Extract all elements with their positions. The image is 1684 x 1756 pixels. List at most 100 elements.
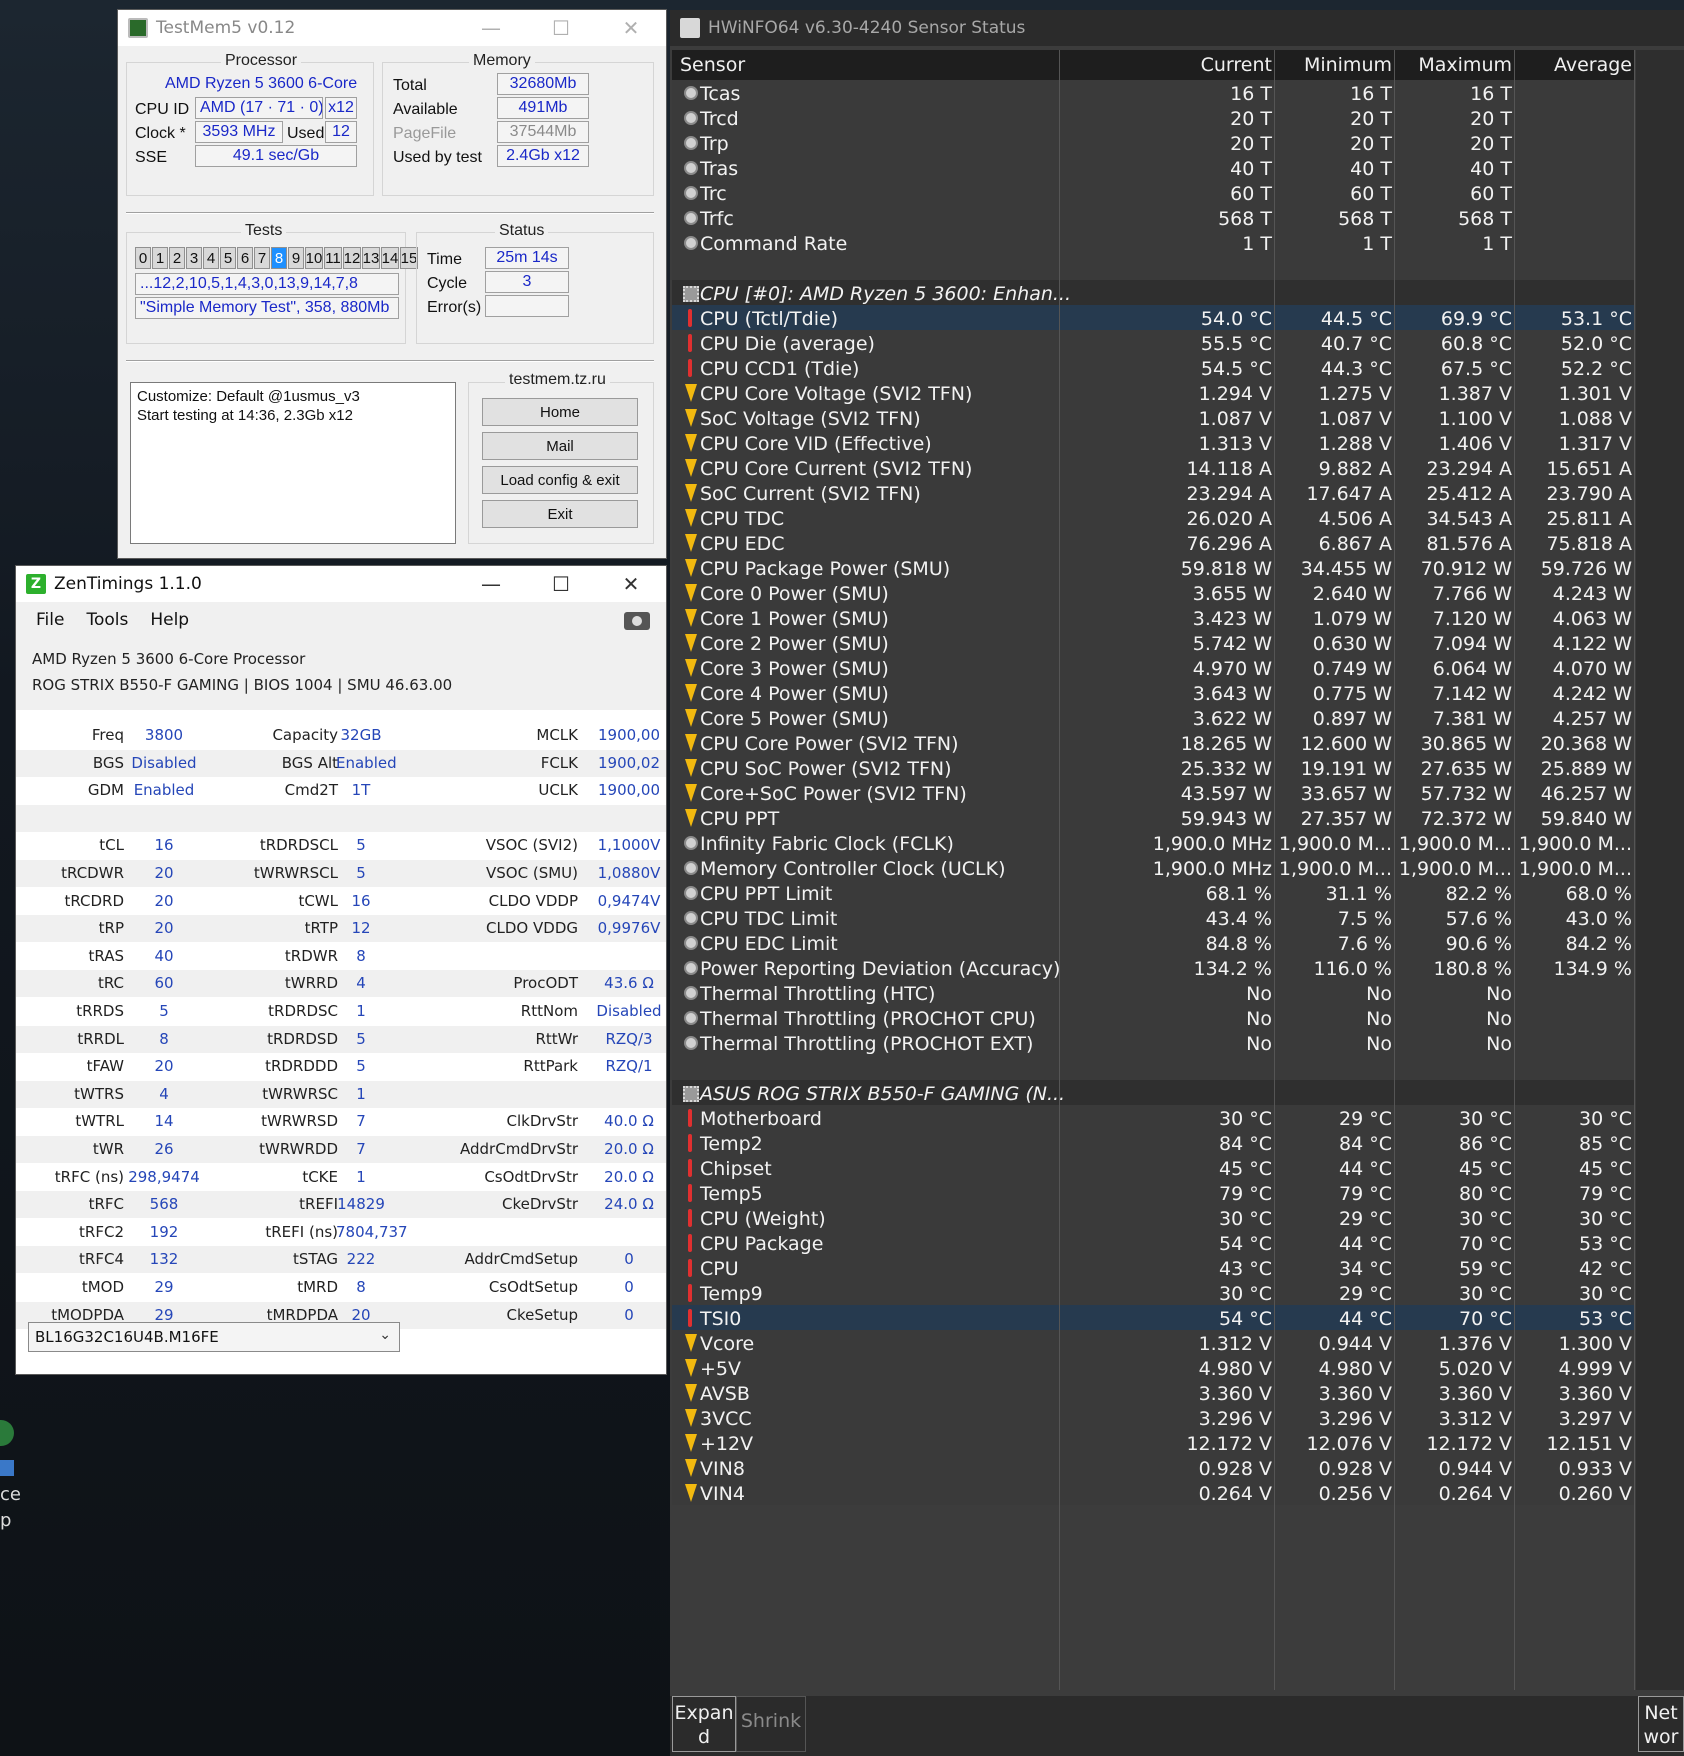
maximize-button[interactable]: ☐ <box>526 10 596 46</box>
sensor-row[interactable]: Core 3 Power (SMU) 4.970 W 0.749 W 6.064 W 4… <box>672 655 1634 680</box>
sensor-row[interactable]: VIN8 0.928 V 0.928 V 0.944 V 0.933 V <box>672 1455 1634 1480</box>
sensor-row[interactable]: Core 1 Power (SMU) 3.423 W 1.079 W 7.120 W 4… <box>672 605 1634 630</box>
sensor-row[interactable]: Temp2 84 °C 84 °C 86 °C 85 °C <box>672 1130 1634 1155</box>
sensor-group-row[interactable]: CPU [#0]: AMD Ryzen 5 3600: Enhan... <box>672 280 1634 305</box>
sensor-row[interactable]: CPU EDC 76.296 A 6.867 A 81.576 A 75.818 A <box>672 530 1634 555</box>
expand-button[interactable]: Expan d <box>672 1696 736 1752</box>
sensor-row[interactable]: Core 0 Power (SMU) 3.655 W 2.640 W 7.766 W 4… <box>672 580 1634 605</box>
sensor-row[interactable]: CPU Package Power (SMU) 59.818 W 34.455 W 7… <box>672 555 1634 580</box>
sensor-row[interactable]: Memory Controller Clock (UCLK) 1,900.0 MH… <box>672 855 1634 880</box>
sensor-row[interactable]: Thermal Throttling (PROCHOT EXT) No No No <box>672 1030 1634 1055</box>
sensor-row[interactable]: SoC Voltage (SVI2 TFN) 1.087 V 1.087 V 1.10… <box>672 405 1634 430</box>
current-value: 30 °C <box>1219 1108 1272 1130</box>
exit-button[interactable]: Exit <box>482 500 638 528</box>
sensor-row[interactable]: Power Reporting Deviation (Accuracy) 134.… <box>672 955 1634 980</box>
minimize-button[interactable]: — <box>456 10 526 46</box>
sensor-group-row[interactable]: ASUS ROG STRIX B550-F GAMING (N... <box>672 1080 1634 1105</box>
timing-label: tWRRD <box>284 974 338 993</box>
column-divider <box>1634 50 1635 1690</box>
sensor-row[interactable]: CPU TDC 26.020 A 4.506 A 34.543 A 25.811 A <box>672 505 1634 530</box>
sensor-row[interactable]: Temp9 30 °C 29 °C 30 °C 30 °C <box>672 1280 1634 1305</box>
sensor-row[interactable]: CPU PPT Limit 68.1 % 31.1 % 82.2 % 68.0 % <box>672 880 1634 905</box>
sensor-row[interactable]: CPU Core VID (Effective) 1.313 V 1.288 V 1.… <box>672 430 1634 455</box>
home-button[interactable]: Home <box>482 398 638 426</box>
sensor-row[interactable]: CPU SoC Power (SVI2 TFN) 25.332 W 19.191 W… <box>672 755 1634 780</box>
desktop-shortcut-icon[interactable] <box>0 1420 14 1446</box>
sensor-row[interactable]: CPU PPT 59.943 W 27.357 W 72.372 W 59.840 W <box>672 805 1634 830</box>
sensor-row[interactable]: Trp 20 T 20 T 20 T <box>672 130 1634 155</box>
sensor-row[interactable]: Thermal Throttling (HTC) No No No <box>672 980 1634 1005</box>
close-button[interactable]: ✕ <box>596 566 666 602</box>
sensor-row[interactable]: Trcd 20 T 20 T 20 T <box>672 105 1634 130</box>
network-button[interactable]: Net wor <box>1638 1696 1684 1752</box>
minimum-value: 1,900.0 M... <box>1278 858 1392 880</box>
sensor-row[interactable]: Core 2 Power (SMU) 5.742 W 0.630 W 7.094 W 4… <box>672 630 1634 655</box>
menu-tools[interactable]: Tools <box>86 610 128 630</box>
sensor-row[interactable]: CPU (Tctl/Tdie) 54.0 °C 44.5 °C 69.9 °C 53.1… <box>672 305 1634 330</box>
sensor-row[interactable]: Tras 40 T 40 T 40 T <box>672 155 1634 180</box>
sensor-row[interactable]: Core 4 Power (SMU) 3.643 W 0.775 W 7.142 W 4… <box>672 680 1634 705</box>
column-header-sensor[interactable]: Sensor <box>680 54 745 76</box>
memory-module-select[interactable]: BL16G32C16U4B.M16FE ⌄ <box>28 1322 400 1352</box>
shrink-button[interactable]: Shrink <box>736 1696 806 1752</box>
menu-file[interactable]: File <box>36 610 64 630</box>
timing-label: tRDRDDD <box>265 1057 338 1076</box>
sensor-name: CPU Package <box>700 1233 824 1255</box>
column-header-average[interactable]: Average <box>1554 54 1632 76</box>
sensor-row[interactable]: CPU Die (average) 55.5 °C 40.7 °C 60.8 °C 52… <box>672 330 1634 355</box>
sensor-row[interactable]: SoC Current (SVI2 TFN) 23.294 A 17.647 A 25… <box>672 480 1634 505</box>
column-header-maximum[interactable]: Maximum <box>1418 54 1512 76</box>
sensor-row[interactable]: Vcore 1.312 V 0.944 V 1.376 V 1.300 V <box>672 1330 1634 1355</box>
sensor-row[interactable]: Trc 60 T 60 T 60 T <box>672 180 1634 205</box>
board-info: ROG STRIX B550-F GAMING | BIOS 1004 | SM… <box>32 676 453 694</box>
maximum-value: 1,900.0 M... <box>1398 833 1512 855</box>
timing-label: ProcODT <box>513 974 578 993</box>
sensor-row[interactable]: CPU Core Voltage (SVI2 TFN) 1.294 V 1.275 … <box>672 380 1634 405</box>
sensor-row[interactable]: CPU EDC Limit 84.8 % 7.6 % 90.6 % 84.2 % <box>672 930 1634 955</box>
current-value: 54.0 °C <box>1200 308 1272 330</box>
sensor-row[interactable]: CPU CCD1 (Tdie) 54.5 °C 44.3 °C 67.5 °C 52.2… <box>672 355 1634 380</box>
sensor-row[interactable]: Motherboard 30 °C 29 °C 30 °C 30 °C <box>672 1105 1634 1130</box>
sensor-row[interactable]: Thermal Throttling (PROCHOT CPU) No No No <box>672 1005 1634 1030</box>
load-config-exit-button[interactable]: Load config & exit <box>482 466 638 494</box>
sensor-row[interactable]: +12V 12.172 V 12.076 V 12.172 V 12.151 V <box>672 1430 1634 1455</box>
sensor-row[interactable]: AVSB 3.360 V 3.360 V 3.360 V 3.360 V <box>672 1380 1634 1405</box>
sensor-row[interactable]: CPU Core Power (SVI2 TFN) 18.265 W 12.600 … <box>672 730 1634 755</box>
sensor-row[interactable]: CPU 43 °C 34 °C 59 °C 42 °C <box>672 1255 1634 1280</box>
timing-value: 1,1000V <box>597 836 661 855</box>
sensor-row[interactable]: +5V 4.980 V 4.980 V 5.020 V 4.999 V <box>672 1355 1634 1380</box>
zentimings-titlebar[interactable]: Z ZenTimings 1.1.0 — ☐ ✕ <box>16 566 666 602</box>
maximize-button[interactable]: ☐ <box>526 566 596 602</box>
sensor-row[interactable]: Trfc 568 T 568 T 568 T <box>672 205 1634 230</box>
testmem5-titlebar[interactable]: TestMem5 v0.12 — ☐ ✕ <box>118 10 666 46</box>
sensor-row[interactable]: Core 5 Power (SMU) 3.622 W 0.897 W 7.381 W 4… <box>672 705 1634 730</box>
sensor-row[interactable]: CPU Package 54 °C 44 °C 70 °C 53 °C <box>672 1230 1634 1255</box>
sensor-row[interactable]: Chipset 45 °C 44 °C 45 °C 45 °C <box>672 1155 1634 1180</box>
hwinfo-titlebar[interactable]: HWiNFO64 v6.30-4240 Sensor Status <box>670 10 1684 46</box>
sensor-row[interactable]: Command Rate 1 T 1 T 1 T <box>672 230 1634 255</box>
sensor-row[interactable]: CPU Core Current (SVI2 TFN) 14.118 A 9.882… <box>672 455 1634 480</box>
sensor-row[interactable]: Temp5 79 °C 79 °C 80 °C 79 °C <box>672 1180 1634 1205</box>
current-value: 1.312 V <box>1198 1333 1272 1355</box>
sensor-row[interactable]: VIN4 0.264 V 0.256 V 0.264 V 0.260 V <box>672 1480 1634 1505</box>
timing-label: tRFC <box>88 1195 124 1214</box>
current-value: 79 °C <box>1219 1183 1272 1205</box>
menu-help[interactable]: Help <box>150 610 189 630</box>
sensor-row[interactable]: CPU TDC Limit 43.4 % 7.5 % 57.6 % 43.0 % <box>672 905 1634 930</box>
sensor-row[interactable]: Tcas 16 T 16 T 16 T <box>672 80 1634 105</box>
timing-label: tCL <box>99 836 124 855</box>
test-log[interactable]: Customize: Default @1usmus_v3 Start test… <box>130 382 456 544</box>
sensor-row[interactable]: TSI0 54 °C 44 °C 70 °C 53 °C <box>672 1305 1634 1330</box>
column-header-current[interactable]: Current <box>1201 54 1272 76</box>
sensor-row[interactable]: 3VCC 3.296 V 3.296 V 3.312 V 3.297 V <box>672 1405 1634 1430</box>
screenshot-camera-icon[interactable] <box>624 612 650 630</box>
sensor-row[interactable]: Infinity Fabric Clock (FCLK) 1,900.0 MHz 1… <box>672 830 1634 855</box>
desktop-shortcut-icon[interactable] <box>0 1460 14 1476</box>
column-header-minimum[interactable]: Minimum <box>1304 54 1392 76</box>
close-button[interactable]: ✕ <box>596 10 666 46</box>
sensor-row[interactable]: CPU (Weight) 30 °C 29 °C 30 °C 30 °C <box>672 1205 1634 1230</box>
sensor-row[interactable]: Core+SoC Power (SVI2 TFN) 43.597 W 33.657 … <box>672 780 1634 805</box>
mail-button[interactable]: Mail <box>482 432 638 460</box>
minimize-button[interactable]: — <box>456 566 526 602</box>
scrollbar[interactable] <box>1636 50 1684 1690</box>
